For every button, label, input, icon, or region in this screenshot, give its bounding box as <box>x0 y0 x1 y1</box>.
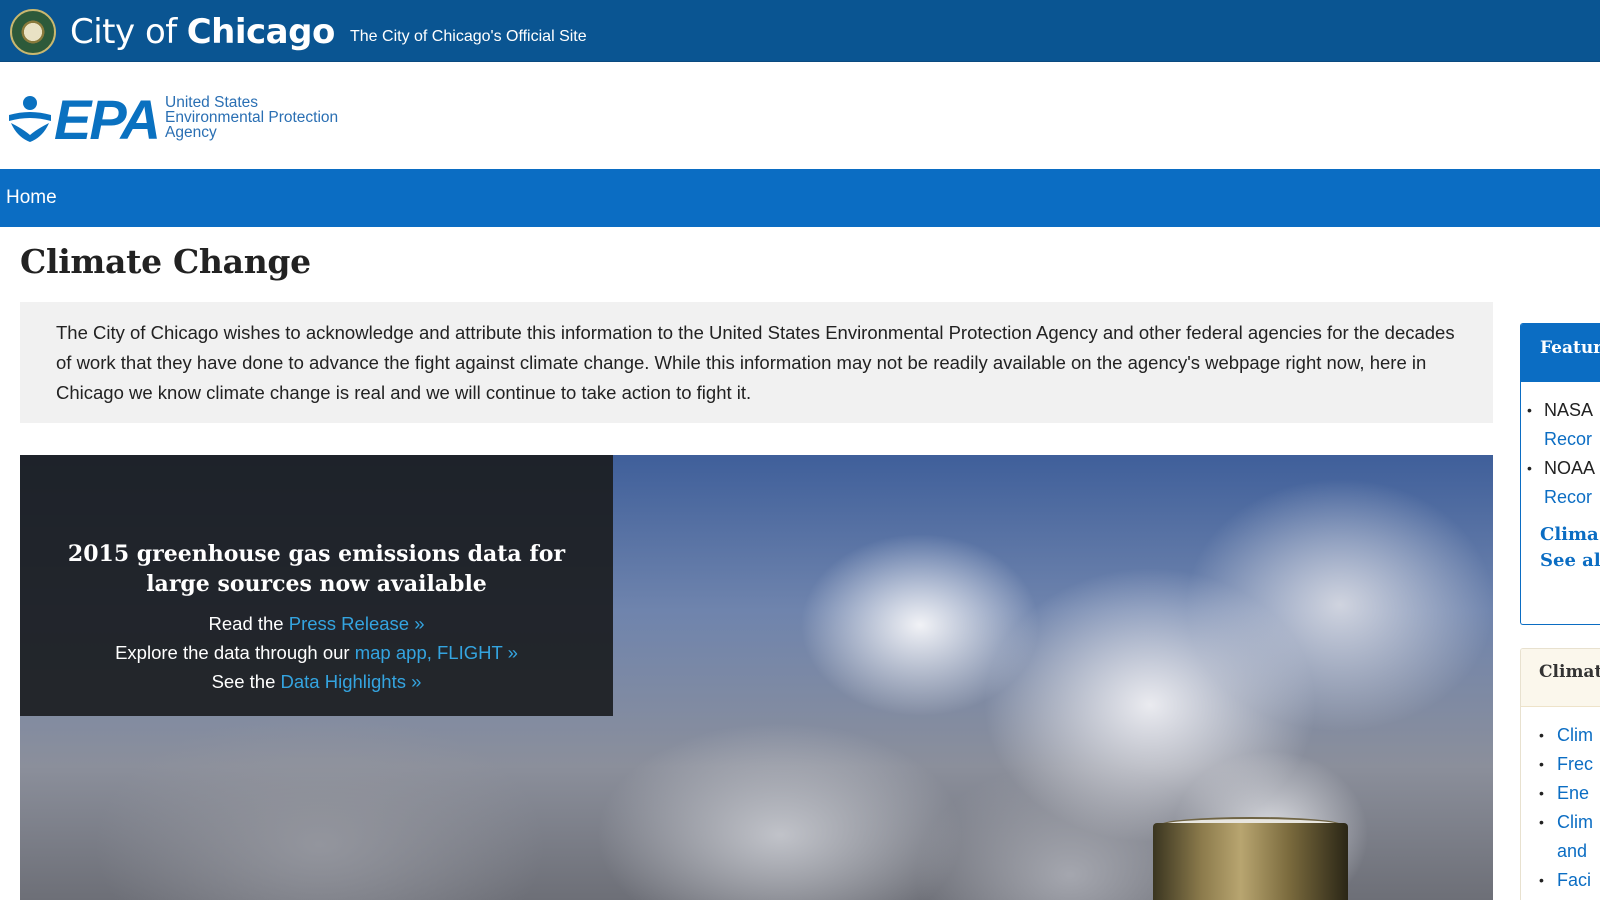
hero-banner: 2015 greenhouse gas emissions data for l… <box>20 455 1493 900</box>
hero-overlay: 2015 greenhouse gas emissions data for l… <box>20 455 613 716</box>
featured-item-link[interactable]: Recor <box>1544 483 1600 512</box>
city-header-bar: City of Chicago The City of Chicago's Off… <box>0 0 1600 62</box>
epa-agency-line-2: Environmental Protection <box>165 109 339 126</box>
climate-item-label[interactable]: Faci <box>1557 870 1591 890</box>
flight-map-link[interactable]: map app, FLIGHT » <box>355 642 518 663</box>
city-title-bold: Chicago <box>186 12 336 52</box>
epa-wordmark[interactable]: EPA <box>54 90 161 150</box>
sidebar-climate-heading: Climat <box>1521 649 1600 707</box>
hero-line-flight-prefix: Explore the data through our <box>115 642 355 663</box>
sidebar-climate-list: Clim Frec Ene Clim and Faci <box>1521 721 1600 895</box>
city-title-light: City of <box>70 12 177 52</box>
press-release-link[interactable]: Press Release » <box>289 613 425 634</box>
smokestack-image <box>1153 823 1348 900</box>
climate-item-label[interactable]: Clim <box>1557 725 1593 745</box>
climate-item-label[interactable]: Frec <box>1557 754 1593 774</box>
epa-header: EPA United States Environmental Protecti… <box>0 63 1600 169</box>
data-highlights-link[interactable]: Data Highlights » <box>281 671 422 692</box>
city-subtitle: The City of Chicago's Official Site <box>350 28 587 45</box>
city-site-title[interactable]: City of Chicago <box>70 10 335 54</box>
climate-item-label[interactable]: Ene <box>1557 783 1589 803</box>
sidebar-featured-heading: Featur <box>1521 324 1600 382</box>
sidebar-featured-climate-link[interactable]: Clima <box>1540 522 1600 548</box>
list-item[interactable]: Clim <box>1533 721 1600 750</box>
hero-line-highlights-prefix: See the <box>211 671 281 692</box>
list-item: NOAA Recor <box>1524 454 1600 512</box>
sidebar-featured-links: Clima See al <box>1521 522 1600 574</box>
main-nav: Home <box>0 169 1600 227</box>
epa-logo-icon[interactable] <box>7 95 53 143</box>
featured-item-link[interactable]: Recor <box>1544 425 1600 454</box>
nav-home-link[interactable]: Home <box>6 169 57 227</box>
featured-item-label: NASA <box>1544 400 1594 420</box>
hero-line-press-prefix: Read the <box>208 613 289 634</box>
city-seal-icon[interactable] <box>10 9 56 55</box>
sidebar-featured-panel: Featur NASA Recor NOAA Recor Clima See a… <box>1520 323 1600 625</box>
list-item: NASA Recor <box>1524 396 1600 454</box>
hero-heading: 2015 greenhouse gas emissions data for l… <box>67 541 566 597</box>
sidebar-featured-list: NASA Recor NOAA Recor <box>1521 396 1600 512</box>
hero-links: Read the Press Release » Explore the dat… <box>20 609 613 696</box>
list-item[interactable]: Frec <box>1533 750 1600 779</box>
sidebar-featured-see-all-link[interactable]: See al <box>1540 548 1600 574</box>
epa-agency-line-3: Agency <box>165 124 217 141</box>
sidebar-climate-panel: Climat Clim Frec Ene Clim and Faci <box>1520 648 1600 900</box>
page-title: Climate Change <box>20 242 311 281</box>
climate-item-label[interactable]: Clim <box>1557 812 1593 832</box>
list-item[interactable]: Ene <box>1533 779 1600 808</box>
hero-line-press: Read the Press Release » <box>20 609 613 638</box>
hero-line-flight: Explore the data through our map app, FL… <box>20 638 613 667</box>
epa-agency-line-1: United States <box>165 94 259 111</box>
notice-box: The City of Chicago wishes to acknowledg… <box>20 302 1493 423</box>
epa-agency-name: United States Environmental Protection A… <box>165 94 339 141</box>
featured-item-label: NOAA <box>1544 458 1596 478</box>
climate-item-continuation[interactable]: and <box>1557 837 1600 866</box>
list-item[interactable]: Clim and <box>1533 808 1600 866</box>
hero-line-highlights: See the Data Highlights » <box>20 667 613 696</box>
notice-text: The City of Chicago wishes to acknowledg… <box>56 322 1455 403</box>
list-item[interactable]: Faci <box>1533 866 1600 895</box>
